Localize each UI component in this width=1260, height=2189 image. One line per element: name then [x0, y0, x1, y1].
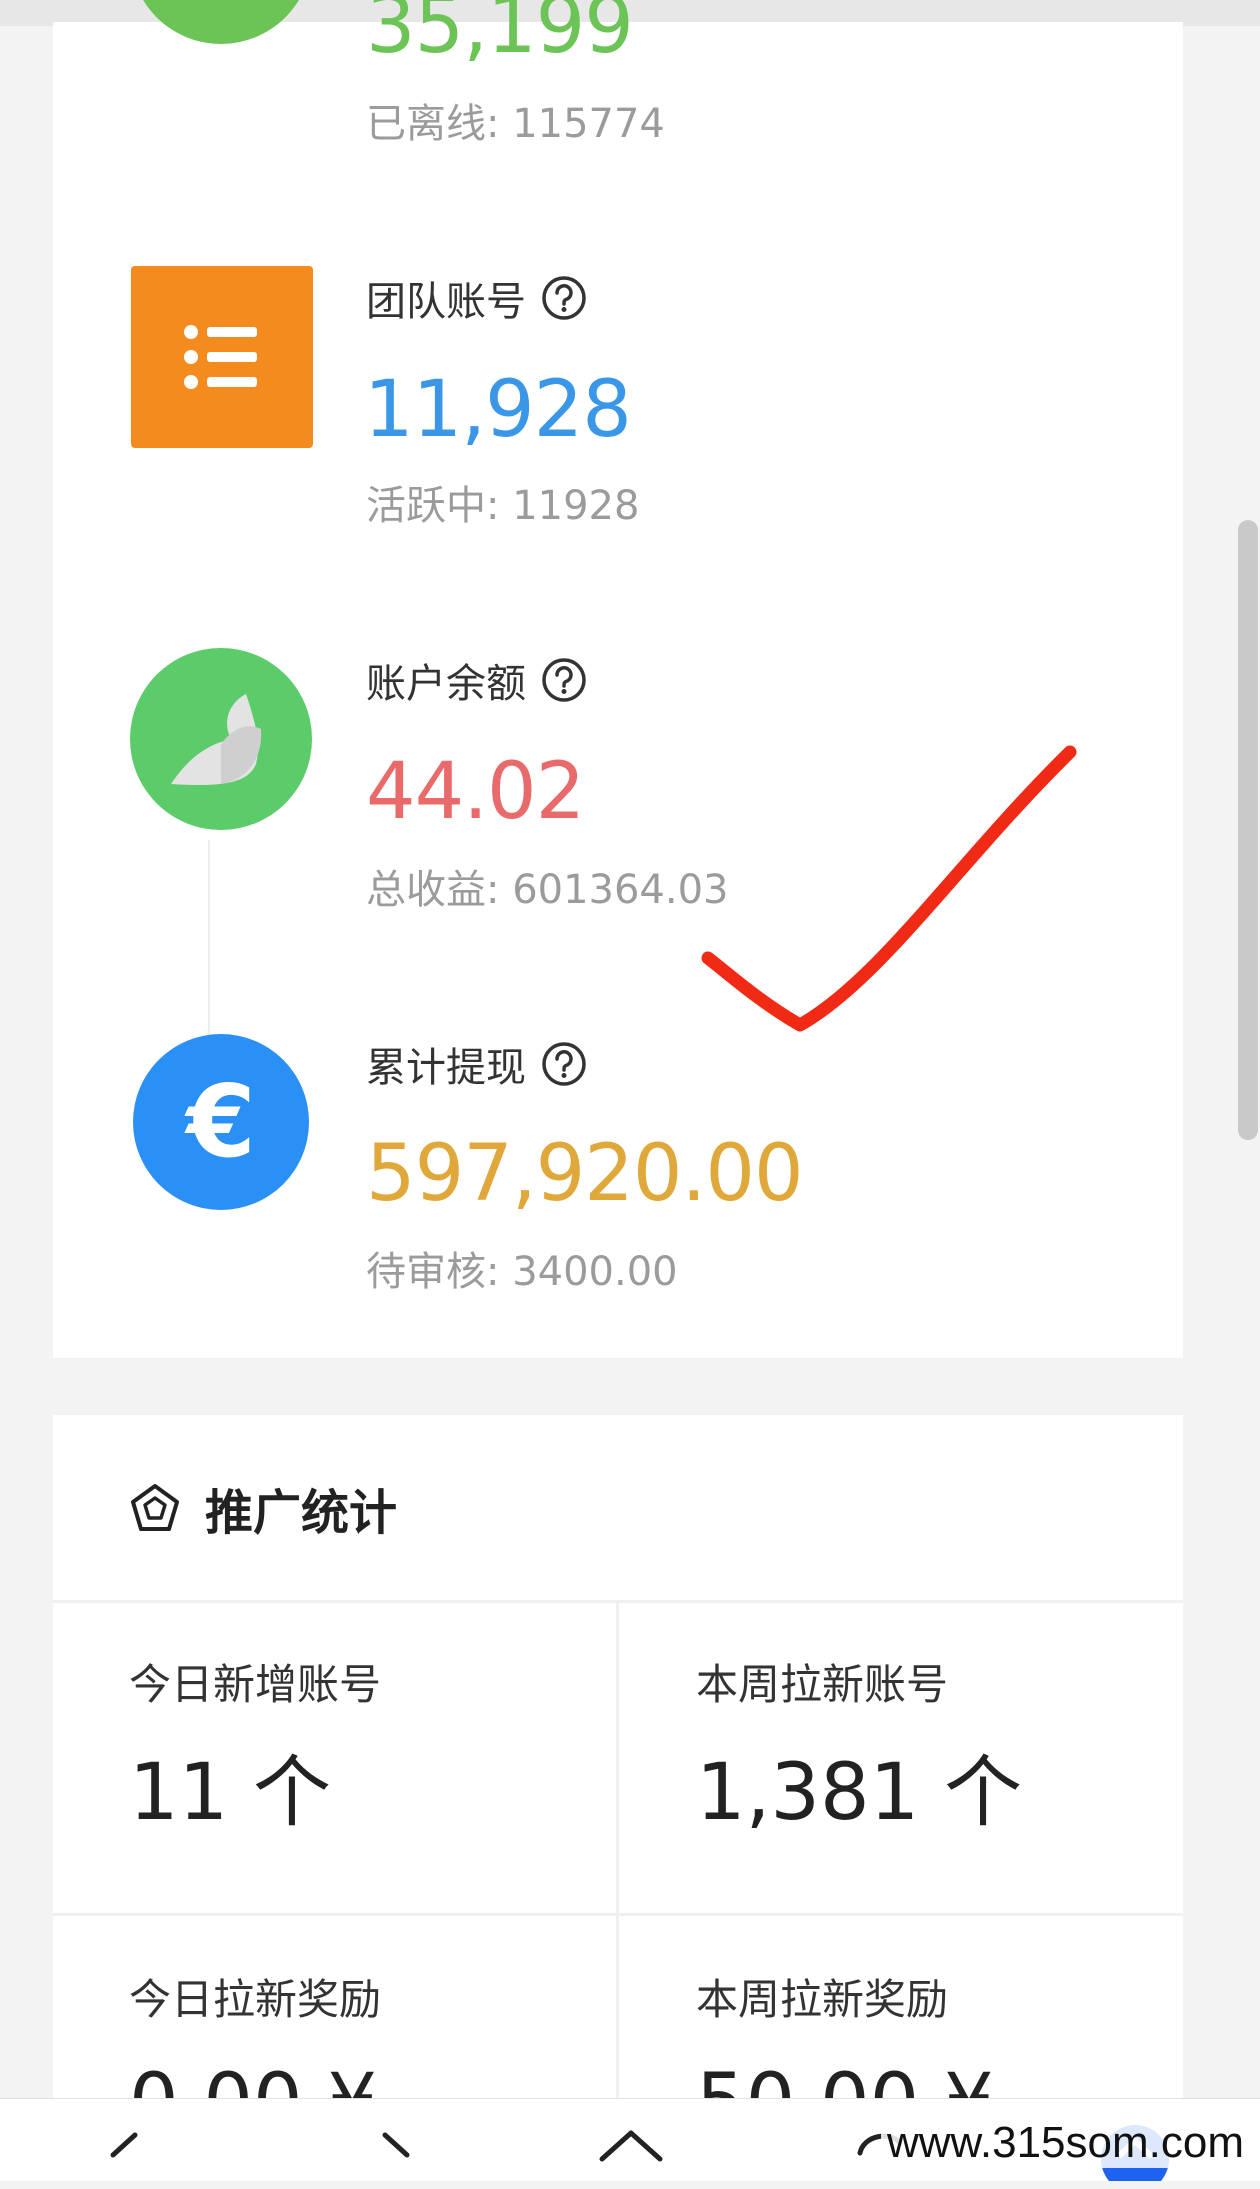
account-balance-label: 账户余额 — [366, 652, 588, 708]
week-new-accounts-label: 本周拉新账号 — [696, 1660, 949, 1709]
team-accounts-label: 团队账号 — [366, 270, 588, 326]
account-balance-label-text: 账户余额 — [366, 661, 526, 707]
promotion-stats-header: 推广统计 — [53, 1415, 1183, 1601]
account-balance-value: 44.02 — [366, 747, 585, 837]
home-icon[interactable] — [596, 2129, 666, 2189]
total-withdraw-label-text: 累计提现 — [366, 1045, 526, 1091]
question-circle-icon[interactable] — [540, 274, 588, 322]
team-accounts-label-text: 团队账号 — [366, 279, 526, 325]
online-green-icon — [130, 0, 312, 44]
euro-symbol: € — [186, 1063, 256, 1180]
total-income-text: 总收益: 601364.03 — [366, 867, 729, 913]
active-count-text: 活跃中: 11928 — [366, 483, 640, 529]
scrollbar[interactable] — [1238, 520, 1258, 1140]
list-icon — [131, 266, 313, 448]
today-reward-label: 今日拉新奖励 — [129, 1975, 382, 2024]
bird-icon — [130, 648, 312, 830]
offline-count-text: 已离线: 115774 — [366, 101, 665, 147]
stats-card: 35,199 已离线: 115774 团队账号 11,928 活跃中: 1192… — [53, 0, 1183, 1358]
forward-icon[interactable] — [362, 2129, 432, 2189]
timeline-connector — [208, 840, 210, 1060]
site-watermark: www.315som.com — [880, 2118, 1250, 2168]
total-withdraw-value: 597,920.00 — [366, 1129, 804, 1219]
week-reward-label: 本周拉新奖励 — [696, 1975, 949, 2024]
pentagon-chart-icon — [129, 1482, 181, 1534]
grid-divider — [616, 1601, 619, 2115]
euro-icon: € — [133, 1034, 309, 1210]
promotion-stats-title: 推广统计 — [205, 1485, 398, 1541]
today-new-accounts-label: 今日新增账号 — [129, 1660, 382, 1709]
week-new-accounts-value: 1,381 个 — [696, 1748, 1023, 1838]
online-count-value: 35,199 — [366, 0, 634, 71]
pending-review-text: 待审核: 3400.00 — [366, 1249, 678, 1295]
back-icon[interactable] — [88, 2129, 158, 2189]
team-accounts-value: 11,928 — [364, 365, 632, 455]
question-circle-icon[interactable] — [540, 656, 588, 704]
total-withdraw-label: 累计提现 — [366, 1036, 588, 1092]
question-circle-icon[interactable] — [540, 1040, 588, 1088]
promotion-stats-card: 推广统计 今日新增账号 11 个 本周拉新账号 1,381 个 今日拉新奖励 0… — [53, 1415, 1183, 2115]
today-new-accounts-value: 11 个 — [129, 1748, 332, 1838]
